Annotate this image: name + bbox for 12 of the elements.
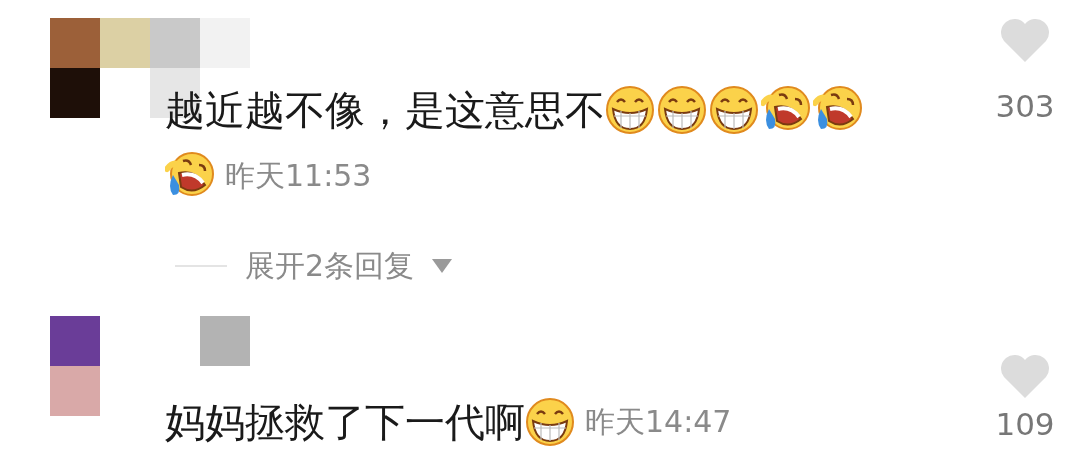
timestamp: 昨天14:47 bbox=[585, 402, 732, 441]
comment-text: 越近越不像，是这意思不 bbox=[165, 86, 605, 133]
grinning-emoji-icon bbox=[657, 84, 707, 135]
grinning-emoji-icon bbox=[605, 84, 655, 135]
expand-replies-link[interactable]: 展开2条回复 bbox=[245, 245, 415, 287]
like-count: 303 bbox=[995, 88, 1055, 124]
like-count: 109 bbox=[995, 406, 1055, 442]
grinning-emoji-icon bbox=[709, 84, 759, 135]
comment-text: 妈妈拯救了下一代啊 bbox=[165, 398, 525, 445]
grinning-emoji-icon bbox=[525, 396, 575, 447]
caret-icon bbox=[432, 259, 453, 273]
timestamp: 昨天11:53 bbox=[225, 157, 372, 195]
